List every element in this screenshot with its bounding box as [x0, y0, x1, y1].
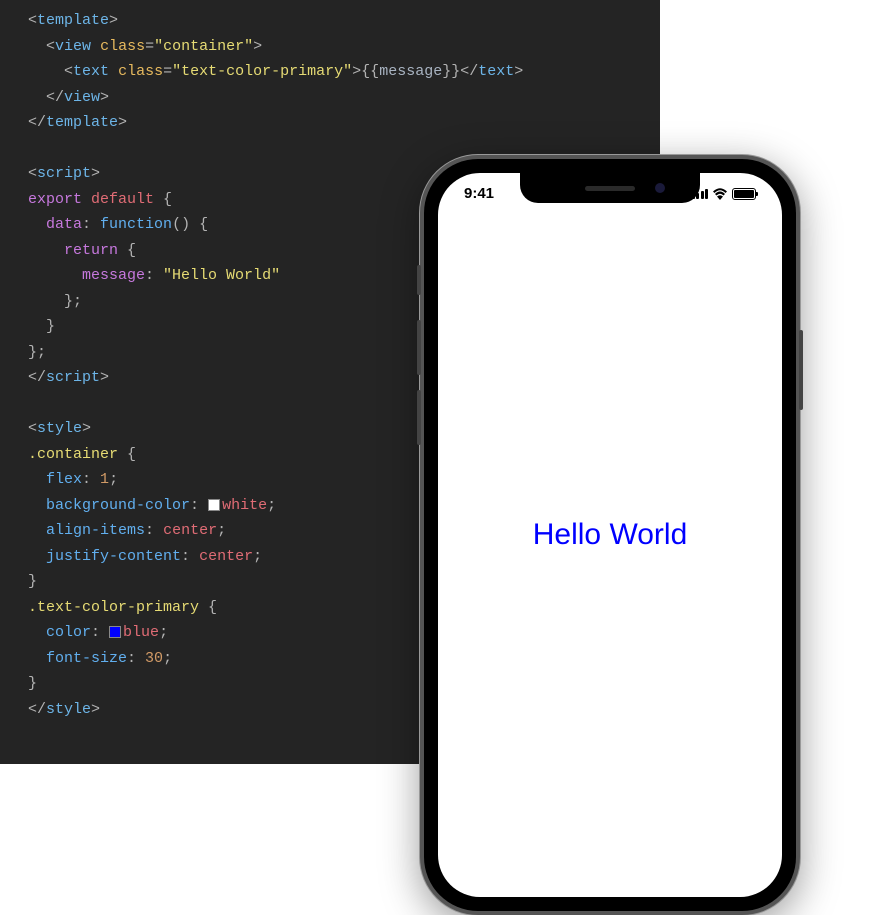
color-swatch-white-icon	[208, 499, 220, 511]
code-line: <template>	[28, 8, 632, 34]
phone-volume-down-icon	[417, 390, 421, 445]
hello-world-text: Hello World	[533, 518, 688, 552]
code-line: <view class="container">	[28, 34, 632, 60]
phone-mute-switch-icon	[417, 265, 421, 295]
phone-outer-frame: 9:41 Hello World	[420, 155, 800, 915]
code-line: </template>	[28, 110, 632, 136]
phone-power-button-icon	[799, 330, 803, 410]
code-line: </view>	[28, 85, 632, 111]
code-line: <text class="text-color-primary">{{messa…	[28, 59, 632, 85]
phone-volume-up-icon	[417, 320, 421, 375]
app-content-area: Hello World	[438, 173, 782, 897]
phone-screen[interactable]: 9:41 Hello World	[438, 173, 782, 897]
phone-bezel: 9:41 Hello World	[424, 159, 796, 911]
color-swatch-blue-icon	[109, 626, 121, 638]
phone-simulator: 9:41 Hello World	[420, 155, 840, 915]
